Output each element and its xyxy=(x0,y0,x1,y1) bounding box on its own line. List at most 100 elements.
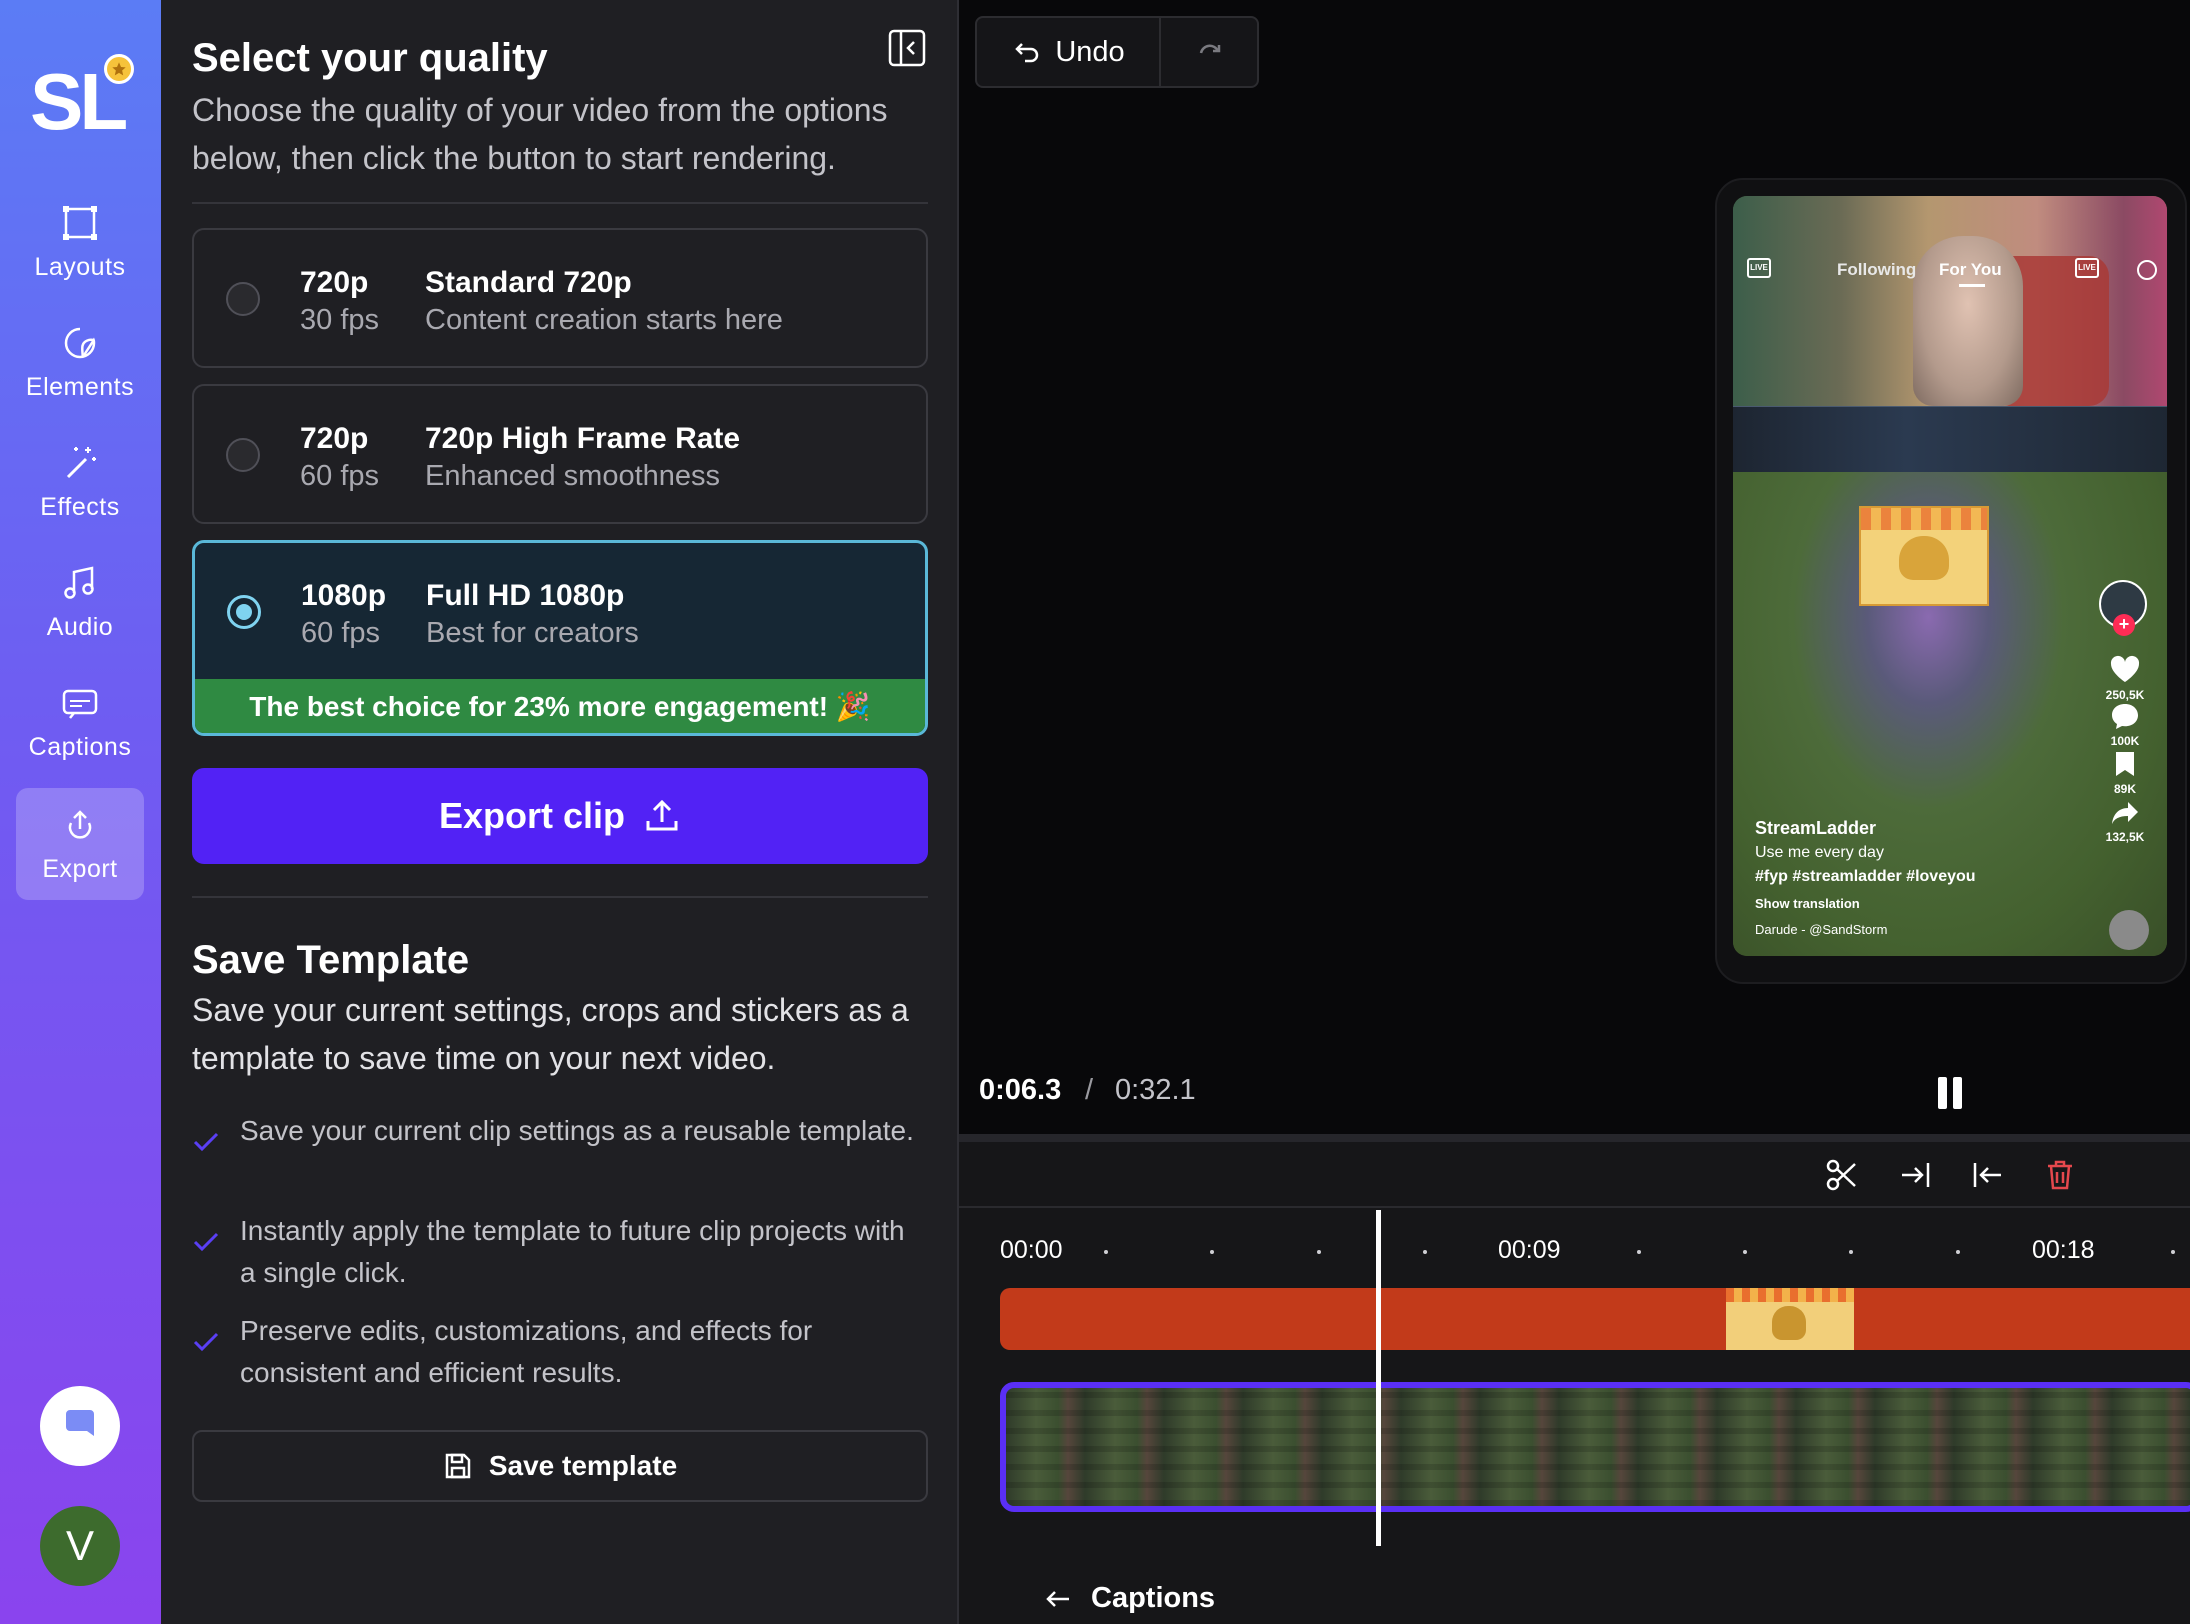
sidebar: SL Layouts Elements Effects Audio Captio… xyxy=(0,0,161,1624)
creator-username: StreamLadder xyxy=(1755,818,1877,838)
follow-plus-icon: + xyxy=(2113,614,2135,636)
undo-button[interactable]: Undo xyxy=(977,18,1161,86)
share-count: 132,5K xyxy=(2105,830,2145,844)
export-icon xyxy=(68,809,92,839)
upload-icon xyxy=(646,799,678,831)
arrow-left-icon xyxy=(1046,1590,1069,1607)
sidebar-item-captions[interactable]: Captions xyxy=(16,666,144,778)
sidebar-item-label: Audio xyxy=(46,612,114,641)
music-note-icon xyxy=(64,565,94,599)
benefit-text: Instantly apply the template to future c… xyxy=(240,1215,905,1288)
timeline-divider xyxy=(959,1134,2190,1142)
radio-button[interactable] xyxy=(226,438,260,472)
trim-start-icon[interactable] xyxy=(1970,1158,2004,1192)
pause-icon xyxy=(1938,1077,1962,1109)
option-resolution: 720p xyxy=(300,266,369,299)
sidebar-item-export[interactable]: Export xyxy=(16,788,144,900)
captions-icon xyxy=(62,689,98,719)
save-template-title: Save Template xyxy=(192,938,470,982)
video-hashtags: #fyp #streamladder #loveyou xyxy=(1755,868,1976,885)
quality-subtitle: Choose the quality of your video from th… xyxy=(192,92,888,176)
avatar[interactable]: V xyxy=(40,1506,120,1586)
scissors-icon[interactable] xyxy=(1825,1158,1859,1192)
share-counter: 132,5K xyxy=(2095,800,2155,844)
comment-counter: 100K xyxy=(2095,702,2155,748)
game-hud xyxy=(1733,406,2167,472)
export-clip-button[interactable]: Export clip xyxy=(192,768,928,864)
history-controls: Undo xyxy=(975,16,1259,88)
quality-option-720p-60[interactable]: 720p 60 fps 720p High Frame Rate Enhance… xyxy=(192,384,928,524)
collapse-sidebar-icon xyxy=(888,29,926,67)
option-name: Standard 720p xyxy=(425,266,632,299)
check-icon xyxy=(193,1332,219,1352)
sidebar-item-layouts[interactable]: Layouts xyxy=(16,186,144,298)
sticker-icon xyxy=(64,327,96,358)
check-icon xyxy=(193,1132,219,1152)
like-count: 250,5K xyxy=(2105,688,2145,702)
ruler-label: 00:09 xyxy=(1498,1236,1561,1264)
option-resolution: 1080p xyxy=(301,579,387,612)
ruler-label: 00:00 xyxy=(1000,1236,1063,1264)
option-description: Enhanced smoothness xyxy=(425,460,721,492)
trash-icon[interactable] xyxy=(2043,1158,2077,1192)
benefit-text: Preserve edits, customizations, and effe… xyxy=(240,1315,813,1388)
music-disc-icon xyxy=(2109,910,2149,950)
tab-for-you: For You xyxy=(1939,260,2002,279)
option-fps: 30 fps xyxy=(300,304,379,336)
sidebar-item-elements[interactable]: Elements xyxy=(16,306,144,418)
sidebar-item-label: Export xyxy=(42,854,118,883)
export-clip-label: Export clip xyxy=(438,795,626,836)
video-track[interactable] xyxy=(1000,1382,2190,1512)
current-time: 0:06.3 xyxy=(979,1074,1062,1106)
captions-back-button[interactable]: Captions xyxy=(1043,1582,1215,1615)
undo-icon xyxy=(1015,43,1039,63)
sticker-track[interactable] xyxy=(1000,1288,2190,1350)
premium-star-icon xyxy=(104,54,134,84)
music-credit: Darude - @SandStorm xyxy=(1755,922,1888,937)
option-fps: 60 fps xyxy=(301,617,380,649)
sticker-clip-thumbnail[interactable] xyxy=(1726,1288,1854,1350)
flame-shape xyxy=(1861,508,1987,530)
option-description: Best for creators xyxy=(426,617,639,649)
chat-icon xyxy=(66,1410,94,1436)
timeline: 00:00 00:09 00:18 Captions xyxy=(959,1142,2190,1624)
time-separator: / xyxy=(1085,1074,1094,1106)
playhead[interactable] xyxy=(1376,1210,1381,1546)
preview-screen: LIVE LIVE Following For You + 250,5K 100… xyxy=(1733,196,2167,956)
undo-label: Undo xyxy=(1055,35,1125,68)
option-name: 720p High Frame Rate xyxy=(425,422,741,455)
check-icon xyxy=(193,1232,219,1252)
redo-button[interactable] xyxy=(1161,18,1257,86)
sidebar-item-effects[interactable]: Effects xyxy=(16,426,144,538)
save-template-subtitle: Save your current settings, crops and st… xyxy=(192,992,909,1076)
sidebar-item-audio[interactable]: Audio xyxy=(16,546,144,658)
webcam-feed xyxy=(1733,196,2167,406)
heart-icon xyxy=(2110,655,2140,682)
page-title: Select your quality xyxy=(192,36,548,80)
video-description: Use me every day xyxy=(1755,844,1884,861)
quality-option-720p-30[interactable]: 720p 30 fps Standard 720p Content creati… xyxy=(192,228,928,368)
like-counter: 250,5K xyxy=(2095,654,2155,702)
save-template-button[interactable]: Save template xyxy=(192,1430,928,1502)
support-chat-button[interactable] xyxy=(40,1386,120,1466)
benefit-text: Save your current clip settings as a reu… xyxy=(240,1115,914,1146)
flame-shape xyxy=(1726,1288,1854,1302)
radio-button-selected[interactable] xyxy=(227,595,261,629)
video-preview[interactable]: LIVE LIVE Following For You + 250,5K 100… xyxy=(1715,178,2187,984)
divider xyxy=(192,896,928,898)
meme-sticker[interactable] xyxy=(1859,506,1989,606)
square-icon xyxy=(63,205,97,240)
radio-button[interactable] xyxy=(226,282,260,316)
save-count: 89K xyxy=(2113,782,2136,796)
timeline-toolbar xyxy=(959,1142,2190,1208)
redo-icon xyxy=(1199,44,1221,54)
trim-end-icon[interactable] xyxy=(1899,1158,1933,1192)
floppy-disk-icon xyxy=(445,1453,471,1479)
collapse-panel-button[interactable] xyxy=(887,28,927,68)
option-resolution: 720p xyxy=(300,422,369,455)
save-counter: 89K xyxy=(2095,750,2155,796)
quality-option-1080p-60[interactable]: 1080p 60 fps Full HD 1080p Best for crea… xyxy=(192,540,928,736)
export-panel: Select your quality Choose the quality o… xyxy=(161,0,959,1624)
pause-button[interactable] xyxy=(1933,1074,1967,1112)
dog-shape xyxy=(1899,536,1949,580)
